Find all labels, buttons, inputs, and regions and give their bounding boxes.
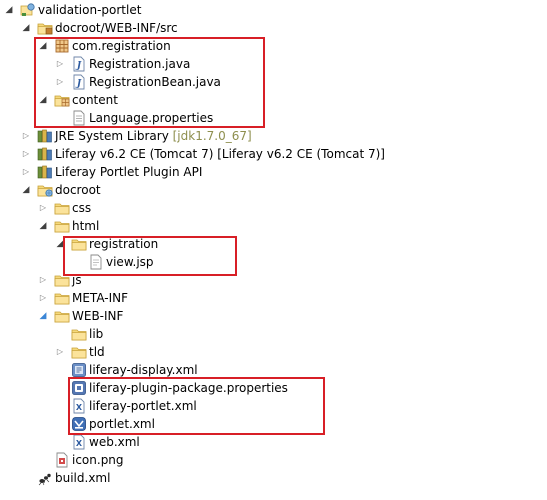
tree-row[interactable]: ◢ validation-portlet [0, 1, 547, 19]
tree-row[interactable]: Xweb.xml [51, 433, 547, 451]
tree-row[interactable]: ◢ WEB-INF [34, 307, 547, 325]
collapse-arrow-icon[interactable]: ◢ [20, 19, 32, 37]
tree-item-label: lib [89, 327, 104, 341]
tree-row[interactable]: lib [51, 325, 547, 343]
expand-arrow-icon[interactable]: ▷ [20, 163, 32, 181]
collapse-arrow-icon[interactable]: ◢ [3, 1, 15, 19]
xml-file-icon: X [71, 434, 87, 450]
tree-item-label: validation-portlet [38, 3, 142, 17]
folder-icon [54, 200, 70, 216]
highlight-box-registration [63, 236, 237, 276]
expand-arrow-icon[interactable]: ▷ [37, 289, 49, 307]
tree-row[interactable]: ▷ META-INF [34, 289, 547, 307]
tree-item-label: META-INF [72, 291, 129, 305]
highlight-box-src [34, 37, 265, 128]
web-folder-icon [37, 182, 53, 198]
tree-item-label: tld [89, 345, 105, 359]
tree-item-label: icon.png [72, 453, 124, 467]
collapse-arrow-icon[interactable]: ◢ [20, 181, 32, 199]
folder-icon [54, 218, 70, 234]
collapse-arrow-icon[interactable]: ◢ [37, 307, 49, 325]
tree-row[interactable]: ◢ docroot [17, 181, 547, 199]
tree-item-label: build.xml [55, 471, 111, 485]
ant-file-icon [37, 470, 53, 486]
expand-arrow-icon[interactable]: ▷ [20, 127, 32, 145]
expand-arrow-icon[interactable]: ▷ [37, 199, 49, 217]
tree-item-label: JRE System Library [jdk1.7.0_67] [55, 129, 252, 143]
tree-row[interactable]: ▷ tld [51, 343, 547, 361]
library-icon [37, 128, 53, 144]
tree-item-decoration: [jdk1.7.0_67] [168, 129, 252, 143]
tree-item-label: Liferay v6.2 CE (Tomcat 7) [Liferay v6.2… [55, 147, 385, 161]
tree-item-label: web.xml [89, 435, 140, 449]
tree-item-label: docroot/WEB-INF/src [55, 21, 178, 35]
tree-item-label: docroot [55, 183, 101, 197]
tree-item-label: Liferay Portlet Plugin API [55, 165, 203, 179]
expand-arrow-icon[interactable]: ▷ [54, 343, 66, 361]
expand-arrow-icon[interactable]: ▷ [37, 271, 49, 289]
expand-arrow-icon[interactable]: ▷ [20, 145, 32, 163]
tree-row[interactable]: ◢ docroot/WEB-INF/src [17, 19, 547, 37]
tree-row[interactable]: build.xml [17, 469, 547, 487]
library-icon [37, 164, 53, 180]
folder-icon [54, 290, 70, 306]
liferay-xml-icon [71, 362, 87, 378]
library-icon [37, 146, 53, 162]
project-icon [20, 2, 36, 18]
svg-text:X: X [76, 439, 83, 448]
tree-item-label: html [72, 219, 100, 233]
folder-icon [71, 326, 87, 342]
png-file-icon [54, 452, 70, 468]
collapse-arrow-icon[interactable]: ◢ [37, 217, 49, 235]
tree-row[interactable]: ▷ Liferay v6.2 CE (Tomcat 7) [Liferay v6.… [17, 145, 547, 163]
tree-row[interactable]: icon.png [34, 451, 547, 469]
tree-row[interactable]: ▷ css [34, 199, 547, 217]
highlight-box-webinf-files [68, 377, 325, 435]
src-folder-icon [37, 20, 53, 36]
tree-row[interactable]: ▷ JRE System Library [jdk1.7.0_67] [17, 127, 547, 145]
folder-icon [71, 344, 87, 360]
tree-item-label: WEB-INF [72, 309, 124, 323]
tree-item-label: css [72, 201, 92, 215]
folder-icon [54, 308, 70, 324]
tree-row[interactable]: ▷ Liferay Portlet Plugin API [17, 163, 547, 181]
tree-row[interactable]: ◢ html [34, 217, 547, 235]
